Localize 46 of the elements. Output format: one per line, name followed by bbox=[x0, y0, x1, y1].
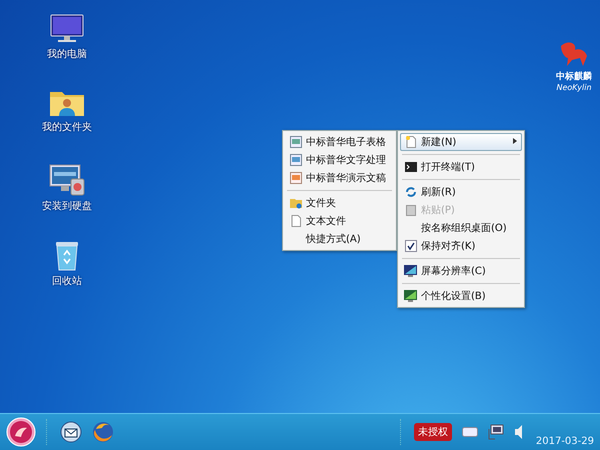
display-icon bbox=[404, 265, 417, 277]
recycle-bin-icon bbox=[54, 239, 80, 271]
presentation-icon bbox=[290, 172, 302, 184]
file-icon bbox=[290, 215, 302, 227]
submenu-arrow-icon bbox=[513, 138, 517, 144]
icon-label: 回收站 bbox=[52, 274, 82, 288]
logo-title: 中标麒麟 bbox=[556, 70, 592, 83]
desktop-icon[interactable]: 我的电脑 bbox=[22, 14, 112, 72]
desktop-icon[interactable]: 回收站 bbox=[22, 239, 112, 297]
spreadsheet-icon bbox=[290, 136, 302, 148]
display-icon bbox=[404, 290, 417, 302]
menu-item[interactable]: 保持对齐(K) bbox=[400, 237, 522, 255]
logo-subtitle: NeoKylin bbox=[556, 83, 592, 92]
monitor-icon bbox=[50, 14, 84, 44]
clipboard-icon bbox=[404, 204, 416, 216]
start-button[interactable] bbox=[6, 417, 36, 447]
icon-label: 我的电脑 bbox=[47, 48, 87, 61]
icon-label: 安装到硬盘 bbox=[42, 200, 92, 213]
menu-item[interactable]: 新建(N) bbox=[400, 133, 522, 151]
menu-item[interactable]: 个性化设置(B) bbox=[400, 287, 522, 305]
icon-label: 我的文件夹 bbox=[42, 120, 92, 134]
mail-client-icon[interactable] bbox=[60, 421, 82, 443]
menu-item[interactable]: 中标普华文字处理 bbox=[285, 151, 394, 169]
network-icon[interactable] bbox=[488, 424, 504, 440]
menu-item[interactable]: 快捷方式(A) bbox=[285, 230, 394, 248]
menu-item[interactable]: 刷新(R) bbox=[400, 183, 522, 201]
clock-date: 2017-03-29 bbox=[536, 436, 594, 447]
user-folder-icon bbox=[49, 89, 85, 117]
new-file-icon bbox=[404, 136, 416, 148]
terminal-icon bbox=[404, 162, 416, 172]
unlicensed-badge[interactable]: 未授权 bbox=[414, 423, 452, 441]
checkbox[interactable] bbox=[404, 240, 416, 252]
keyboard-icon[interactable] bbox=[462, 427, 478, 437]
menu-item[interactable]: 中标普华演示文稿 bbox=[285, 169, 394, 187]
menu-item[interactable]: 按名称组织桌面(O) bbox=[400, 219, 522, 237]
folder-icon bbox=[290, 197, 302, 209]
refresh-icon bbox=[404, 186, 416, 198]
menu-item[interactable]: 文件夹 bbox=[285, 194, 394, 212]
desktop-icon[interactable]: 安装到硬盘 bbox=[22, 164, 112, 222]
menu-item[interactable]: 屏幕分辨率(C) bbox=[400, 262, 522, 280]
document-icon bbox=[290, 154, 302, 166]
menu-item[interactable]: 中标普华电子表格 bbox=[285, 133, 394, 151]
install-disk-icon bbox=[49, 164, 85, 196]
menu-item[interactable]: 文本文件 bbox=[285, 212, 394, 230]
desktop-icon[interactable]: 我的文件夹 bbox=[22, 89, 112, 147]
menu-item[interactable]: 打开终端(T) bbox=[400, 158, 522, 176]
